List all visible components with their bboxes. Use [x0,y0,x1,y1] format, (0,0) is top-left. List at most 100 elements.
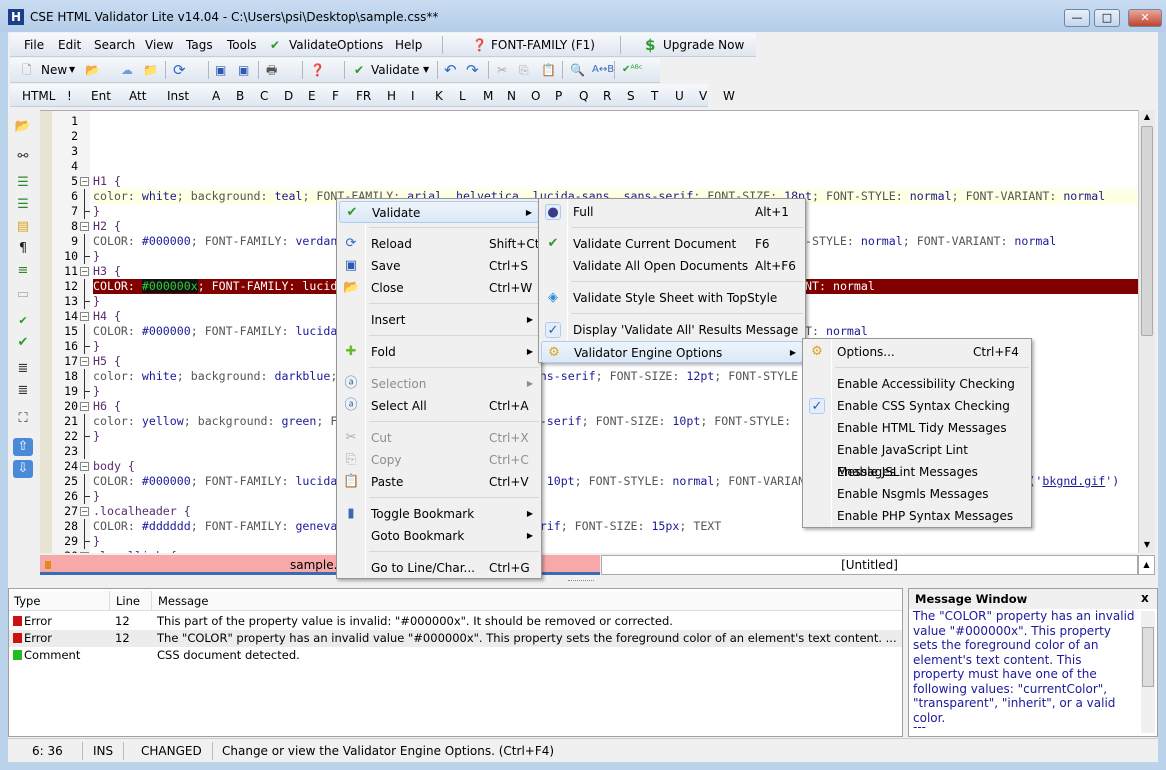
menu-item-fold[interactable]: ✚ Fold ▶ [339,341,539,363]
tag-letter-m-button[interactable]: M [483,84,493,108]
reload-icon[interactable]: ⟳ [173,58,186,82]
menu-search[interactable]: Search [94,33,135,57]
message-row[interactable]: Error 12 This part of the property value i… [9,613,902,630]
highlight-icon[interactable]: ▤ [13,218,33,236]
menu-item-validate[interactable]: ✔ Validate ▶ [339,201,539,223]
menu-item-enable-css-syntax-checking[interactable]: ✓ Enable CSS Syntax Checking [805,395,1029,417]
find-icon[interactable]: 🔍 [570,58,585,82]
tag-letter-a-button[interactable]: A [212,84,220,108]
tag-letter-att-button[interactable]: Att [129,84,146,108]
scrollbar-thumb[interactable] [1142,627,1154,687]
tag-letter-v-button[interactable]: V [699,84,707,108]
menu-view[interactable]: View [145,33,173,57]
tag-letter-inst-button[interactable]: Inst [167,84,189,108]
fold-minus-icon[interactable]: − [80,402,89,411]
fold-minus-icon[interactable]: − [80,507,89,516]
spellcheck-icon[interactable]: ✔ᴬᴮᶜ [622,58,643,82]
cut-icon[interactable]: ✂ [497,58,507,82]
menu-item-select-all[interactable]: ⓐ Select All Ctrl+A [339,395,539,417]
save-all-icon[interactable]: ▣ [238,58,249,82]
tag-letter-f-button[interactable]: F [332,84,339,108]
message-window-scrollbar[interactable] [1141,611,1155,733]
fold-minus-icon[interactable]: − [80,177,89,186]
spellcheck-icon[interactable]: ✔ [13,312,33,330]
menu-item-go-to-line-char[interactable]: Go to Line/Char... Ctrl+G [339,557,539,579]
tab-scroll-button[interactable]: ▲ [1138,555,1155,575]
column-message[interactable]: Message [151,591,208,611]
new-dropdown-icon[interactable]: ▼ [69,58,75,82]
menu-item-reload[interactable]: ⟳ Reload Shift+Ctrl+R [339,233,567,255]
arrow-down-icon[interactable]: ⇩ [13,460,33,478]
menu-item-close[interactable]: 📂 Close Ctrl+W [339,277,539,299]
binoculars-icon[interactable]: ⚯ [13,148,33,166]
menu-tools[interactable]: Tools [227,33,257,57]
menu-validate[interactable]: Validate [289,33,337,57]
menu-item-display-validate-all-results-message[interactable]: ✓ Display 'Validate All' Results Message [541,319,803,341]
pilcrow-icon[interactable]: ¶ [13,240,33,258]
arrow-up-icon[interactable]: ⇧ [13,438,33,456]
paste-icon[interactable]: 📋 [541,58,556,82]
menu-item-enable-jslint-messages[interactable]: Enable JSLint Messages [805,461,1029,483]
menu-item-enable-php-syntax-messages[interactable]: Enable PHP Syntax Messages [805,505,1029,527]
open-folder-icon[interactable]: 📂 [85,58,100,82]
tag-letter-b-button[interactable]: B [236,84,244,108]
menu-help[interactable]: Help [395,33,422,57]
scroll-down-arrow[interactable]: ▼ [1140,540,1154,552]
tag-letter-t-button[interactable]: T [651,84,658,108]
menu-item-toggle-bookmark[interactable]: ▮ Toggle Bookmark ▶ [339,503,539,525]
tag-letter--button[interactable]: ! [67,84,72,108]
tag-letter-u-button[interactable]: U [675,84,684,108]
tag-letter-i-button[interactable]: I [411,84,415,108]
validate-button[interactable]: Validate [371,58,419,82]
scrollbar-thumb[interactable] [1141,126,1153,336]
fold-minus-icon[interactable]: − [80,552,89,553]
help-icon[interactable]: ❓ [310,58,325,82]
outdent-icon[interactable]: ≣ [13,382,33,400]
splitter-handle[interactable] [568,580,594,583]
undo-icon[interactable]: ↶ [444,58,457,82]
tag-letter-h-button[interactable]: H [387,84,396,108]
tag-letter-q-button[interactable]: Q [579,84,588,108]
editor-vertical-scrollbar[interactable]: ▲ ▼ [1138,110,1155,553]
folder-up-icon[interactable]: 📁 [143,58,158,82]
tag-letter-ent-button[interactable]: Ent [91,84,111,108]
column-type[interactable]: Type [14,591,40,611]
validate-icon[interactable]: ✔ [13,334,33,352]
message-window-close-button[interactable]: x [1141,591,1149,605]
tag-letter-w-button[interactable]: W [723,84,735,108]
minimize-button[interactable]: — [1064,9,1090,27]
tag-letter-l-button[interactable]: L [459,84,466,108]
upgrade-now-button[interactable]: Upgrade Now [663,33,744,57]
tag-letter-e-button[interactable]: E [308,84,316,108]
menu-edit[interactable]: Edit [58,33,81,57]
cloud-open-icon[interactable]: ☁ [121,58,133,82]
menu-item-validate-style-sheet-with-topstyle[interactable]: ◈ Validate Style Sheet with TopStyle [541,287,803,309]
maximize-button[interactable]: □ [1094,9,1120,27]
align-icon[interactable]: ≡ [13,262,33,280]
menu-item-validate-all-open-documents[interactable]: Validate All Open Documents Alt+F6 [541,255,803,277]
tag-letter-s-button[interactable]: S [627,84,635,108]
tag-letter-fr-button[interactable]: FR [356,84,371,108]
tag-letter-html-button[interactable]: HTML [22,84,55,108]
message-row[interactable]: Error 12 The "COLOR" property has an inval… [9,630,902,647]
tab-untitled[interactable]: [Untitled] [601,555,1138,575]
fold-minus-icon[interactable]: − [80,462,89,471]
menu-item-full[interactable]: ● Full Alt+1 [541,201,803,223]
menu-item-options[interactable]: ⚙ Options... Ctrl+F4 [805,341,1029,363]
menu-item-enable-html-tidy-messages[interactable]: Enable HTML Tidy Messages [805,417,1029,439]
message-row[interactable]: Comment CSS document detected. [9,647,902,664]
tag-letter-d-button[interactable]: D [284,84,293,108]
menu-item-validate-current-document[interactable]: ✔ Validate Current Document F6 [541,233,803,255]
menu-options[interactable]: Options [337,33,383,57]
help-topic-button[interactable]: FONT-FAMILY (F1) [491,33,595,57]
menu-item-paste[interactable]: 📋 Paste Ctrl+V [339,471,539,493]
tag-letter-c-button[interactable]: C [260,84,268,108]
tag-letter-k-button[interactable]: K [435,84,443,108]
new-button[interactable]: New [41,58,67,82]
list-icon[interactable]: ≣ [13,360,33,378]
fold-minus-icon[interactable]: − [80,267,89,276]
validate-dropdown-icon[interactable]: ▼ [423,58,429,82]
redo-icon[interactable]: ↷ [466,58,479,82]
menu-item-enable-nsgmls-messages[interactable]: Enable Nsgmls Messages [805,483,1029,505]
menu-file[interactable]: File [24,33,44,57]
